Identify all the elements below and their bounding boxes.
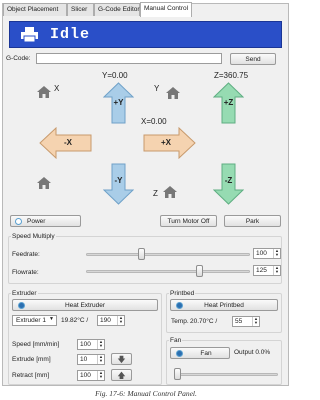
jog-minus-x-label: -X — [64, 138, 72, 147]
send-button[interactable]: Send — [230, 53, 276, 65]
arrow-down-small-icon: 🡇 — [117, 355, 126, 364]
feedrate-track — [86, 253, 250, 256]
printbed-temp-label: Temp. — [171, 318, 189, 325]
heat-extruder-button[interactable]: Heat Extruder — [12, 299, 158, 311]
home-z-label: Z — [153, 189, 158, 198]
flowrate-value: 125 — [256, 267, 267, 274]
fan-button[interactable]: Fan — [170, 347, 230, 359]
extruder-select-value: Extruder 1 — [16, 317, 46, 324]
extruder-target-value: 190 — [100, 317, 111, 324]
park-button[interactable]: Park — [224, 215, 281, 227]
fan-label: Fan — [200, 350, 212, 357]
printbed-target-value: 55 — [235, 318, 243, 325]
tab-slicer[interactable]: Slicer — [67, 3, 94, 16]
extruder-select[interactable]: Extruder 1 ▼ — [12, 315, 57, 326]
extruder-target-spinbox[interactable]: 190 ▲ ▼ — [97, 315, 125, 326]
z-position-readout: Z=360.75 — [214, 71, 249, 80]
home-z-icon[interactable] — [163, 186, 177, 198]
fan-track — [174, 373, 278, 376]
extruder-title: Extruder — [11, 290, 38, 297]
retract-button[interactable]: 🡅 — [111, 369, 132, 381]
spin-arrows-icon[interactable]: ▲ ▼ — [252, 317, 259, 326]
feedrate-slider[interactable] — [137, 248, 145, 260]
heat-printbed-button[interactable]: Heat Printbed — [170, 299, 278, 311]
flowrate-track — [86, 270, 250, 273]
power-button[interactable]: Power — [10, 215, 81, 227]
jog-minus-z-button[interactable]: -Z — [213, 163, 244, 205]
figure-caption: Fig. 17-6: Manual Control Panel. — [95, 389, 197, 398]
flowrate-spinbox[interactable]: 125 ▲ ▼ — [253, 265, 281, 276]
jog-plus-x-label: +X — [160, 138, 171, 147]
retract-length-label: Retract [mm] — [12, 372, 50, 379]
extrude-length-spinbox[interactable]: 10 ▲ ▼ — [77, 354, 105, 365]
tab-gcode-editor[interactable]: G-Code Editor — [94, 3, 140, 16]
heat-printbed-label: Heat Printbed — [204, 302, 244, 309]
jog-minus-y-button[interactable]: -Y — [103, 163, 134, 205]
spin-arrows-icon[interactable]: ▲ ▼ — [117, 316, 124, 325]
feedrate-label: Feedrate: — [12, 251, 40, 258]
jog-plus-y-button[interactable]: +Y — [103, 82, 134, 124]
dropdown-arrow-icon: ▼ — [49, 316, 54, 322]
fan-title: Fan — [169, 337, 183, 344]
feedrate-value: 100 — [256, 250, 267, 257]
heat-extruder-indicator-icon — [18, 302, 25, 309]
extrude-length-label: Extrude [mm] — [12, 356, 51, 363]
jog-plus-x-button[interactable]: +X — [143, 127, 196, 159]
power-indicator-icon — [15, 218, 22, 225]
home-x-label: X — [54, 84, 60, 93]
speed-multiply-title: Speed Multiply — [11, 233, 56, 240]
jog-minus-y-label: -Y — [114, 176, 123, 185]
extruder-temp-reading: 19.82°C / — [61, 317, 89, 324]
tab-object-placement[interactable]: Object Placement — [3, 3, 67, 16]
flowrate-slider[interactable] — [195, 265, 203, 277]
turn-motor-off-button[interactable]: Turn Motor Off — [160, 215, 217, 227]
home-all-icon[interactable] — [37, 177, 51, 189]
x-position-readout: X=0.00 — [141, 117, 167, 126]
power-label: Power — [27, 218, 46, 225]
spin-arrows-icon[interactable]: ▲ ▼ — [97, 355, 104, 364]
extrude-speed-value: 100 — [80, 341, 91, 348]
spin-arrows-icon[interactable]: ▲ ▼ — [273, 249, 280, 258]
retract-length-spinbox[interactable]: 100 ▲ ▼ — [77, 370, 105, 381]
arrow-up-small-icon: 🡅 — [117, 371, 126, 380]
extrude-length-value: 10 — [80, 356, 88, 363]
jog-plus-z-button[interactable]: +Z — [213, 82, 244, 124]
heat-printbed-indicator-icon — [176, 302, 183, 309]
jog-plus-y-label: +Y — [113, 98, 124, 107]
spin-arrows-icon[interactable]: ▲ ▼ — [273, 266, 280, 275]
printer-icon — [21, 27, 38, 42]
home-y-icon[interactable] — [166, 87, 180, 99]
printbed-title: Printbed — [169, 290, 196, 297]
gcode-label: G-Code: — [6, 55, 31, 62]
home-x-icon[interactable] — [37, 86, 51, 98]
extrude-button[interactable]: 🡇 — [111, 353, 132, 365]
home-y-label: Y — [154, 84, 160, 93]
spin-arrows-icon[interactable]: ▲ ▼ — [97, 340, 104, 349]
status-text: Idle — [50, 26, 91, 43]
heat-extruder-label: Heat Extruder — [64, 302, 106, 309]
y-position-readout: Y=0.00 — [102, 71, 128, 80]
gcode-input[interactable] — [36, 53, 222, 64]
fan-indicator-icon — [176, 350, 183, 357]
jog-minus-x-button[interactable]: -X — [39, 127, 92, 159]
fan-output-readout: Output 0.0% — [234, 349, 271, 356]
extrude-speed-spinbox[interactable]: 100 ▲ ▼ — [77, 339, 105, 350]
status-bar: Idle — [9, 21, 282, 48]
spin-arrows-icon[interactable]: ▲ ▼ — [97, 371, 104, 380]
printbed-target-spinbox[interactable]: 55 ▲ ▼ — [232, 316, 260, 327]
speed-multiply-group — [8, 236, 282, 284]
jog-plus-z-label: +Z — [223, 98, 234, 107]
tab-manual-control[interactable]: Manual Control — [140, 2, 192, 17]
retract-length-value: 100 — [80, 372, 91, 379]
fan-slider[interactable] — [174, 368, 181, 380]
flowrate-label: Flowrate: — [12, 269, 39, 276]
jog-minus-z-label: -Z — [224, 176, 233, 185]
printbed-temp-reading: 20.70°C / — [190, 318, 218, 325]
extrude-speed-label: Speed [mm/min] — [12, 341, 60, 348]
feedrate-spinbox[interactable]: 100 ▲ ▼ — [253, 248, 281, 259]
